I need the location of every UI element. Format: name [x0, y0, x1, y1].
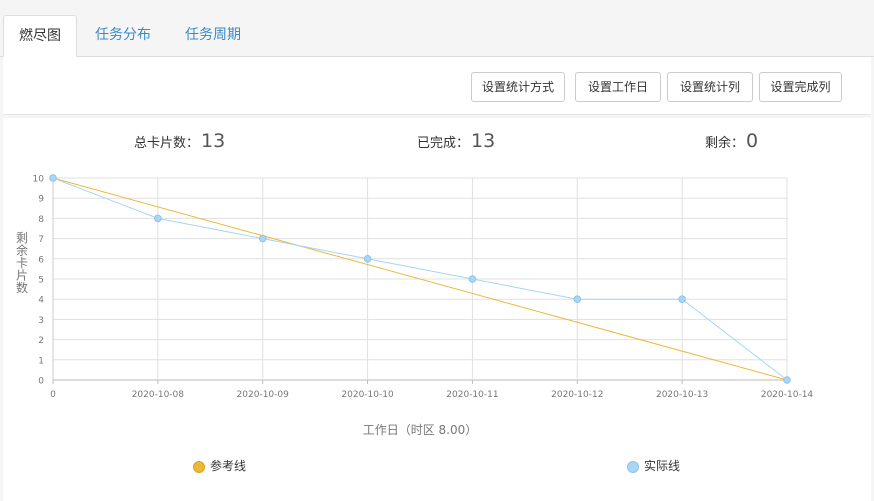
set-statistics-columns-button[interactable]: 设置统计列	[667, 72, 753, 102]
legend-reference-marker	[193, 461, 205, 473]
x-tick-label: 2020-10-11	[446, 390, 498, 400]
set-done-columns-button[interactable]: 设置完成列	[759, 72, 842, 102]
actual-point	[154, 214, 162, 223]
legend-reference[interactable]: 参考线	[193, 457, 246, 474]
legend-reference-label: 参考线	[210, 459, 247, 473]
set-workdays-button[interactable]: 设置工作日	[575, 72, 661, 102]
legend-actual[interactable]: 实际线	[627, 457, 680, 474]
y-tick-label: 1	[38, 356, 44, 366]
y-axis-label: 剩余卡片数	[16, 231, 28, 295]
actual-point	[783, 376, 791, 384]
tab-burndown[interactable]: 燃尽图	[3, 15, 77, 57]
actual-point	[49, 174, 57, 182]
actual-point	[258, 234, 267, 243]
tab-bar: 燃尽图 任务分布 任务周期	[0, 0, 874, 57]
set-statistics-method-button[interactable]: 设置统计方式	[471, 72, 565, 102]
tab-task-distribution[interactable]: 任务分布	[80, 15, 166, 57]
actual-point	[468, 275, 477, 283]
x-tick-label: 2020-10-12	[551, 390, 603, 400]
y-tick-label: 5	[38, 276, 44, 286]
y-tick-label: 0	[38, 377, 44, 387]
toolbar: 设置统计方式 设置工作日 设置统计列 设置完成列	[3, 57, 871, 115]
y-tick-label: 2	[38, 336, 44, 346]
x-tick-label: 0	[50, 390, 56, 400]
y-tick-label: 8	[38, 215, 44, 225]
y-tick-label: 3	[38, 316, 44, 326]
x-tick-label: 2020-10-08	[132, 390, 185, 400]
y-tick-label: 7	[38, 235, 44, 245]
x-tick-label: 2020-10-10	[341, 390, 394, 400]
legend-actual-label: 实际线	[644, 459, 681, 473]
tab-task-cycle[interactable]: 任务周期	[170, 15, 256, 57]
y-tick-label: 9	[38, 195, 44, 205]
chart-panel: 总卡片数： 13 已完成： 13 剩余： 0 0 1 2 3 4 5 6 7 8 9 10 0 2020-10…	[3, 118, 871, 501]
y-tick-label: 10	[33, 175, 45, 185]
actual-point	[678, 295, 686, 303]
x-axis-label: 工作日（时区 8.00）	[363, 423, 478, 437]
burndown-chart: 0 1 2 3 4 5 6 7 8 9 10 0 2020-10-08 2020-10-09 2020-10…	[16, 174, 814, 437]
x-tick-label: 2020-10-14	[761, 390, 814, 400]
legend-actual-marker	[627, 461, 639, 473]
x-tick-label: 2020-10-09	[237, 390, 290, 400]
y-tick-label: 4	[38, 296, 44, 306]
actual-point	[573, 295, 582, 303]
x-tick-label: 2020-10-13	[656, 390, 708, 400]
actual-point	[363, 255, 372, 263]
y-tick-label: 6	[38, 255, 44, 265]
